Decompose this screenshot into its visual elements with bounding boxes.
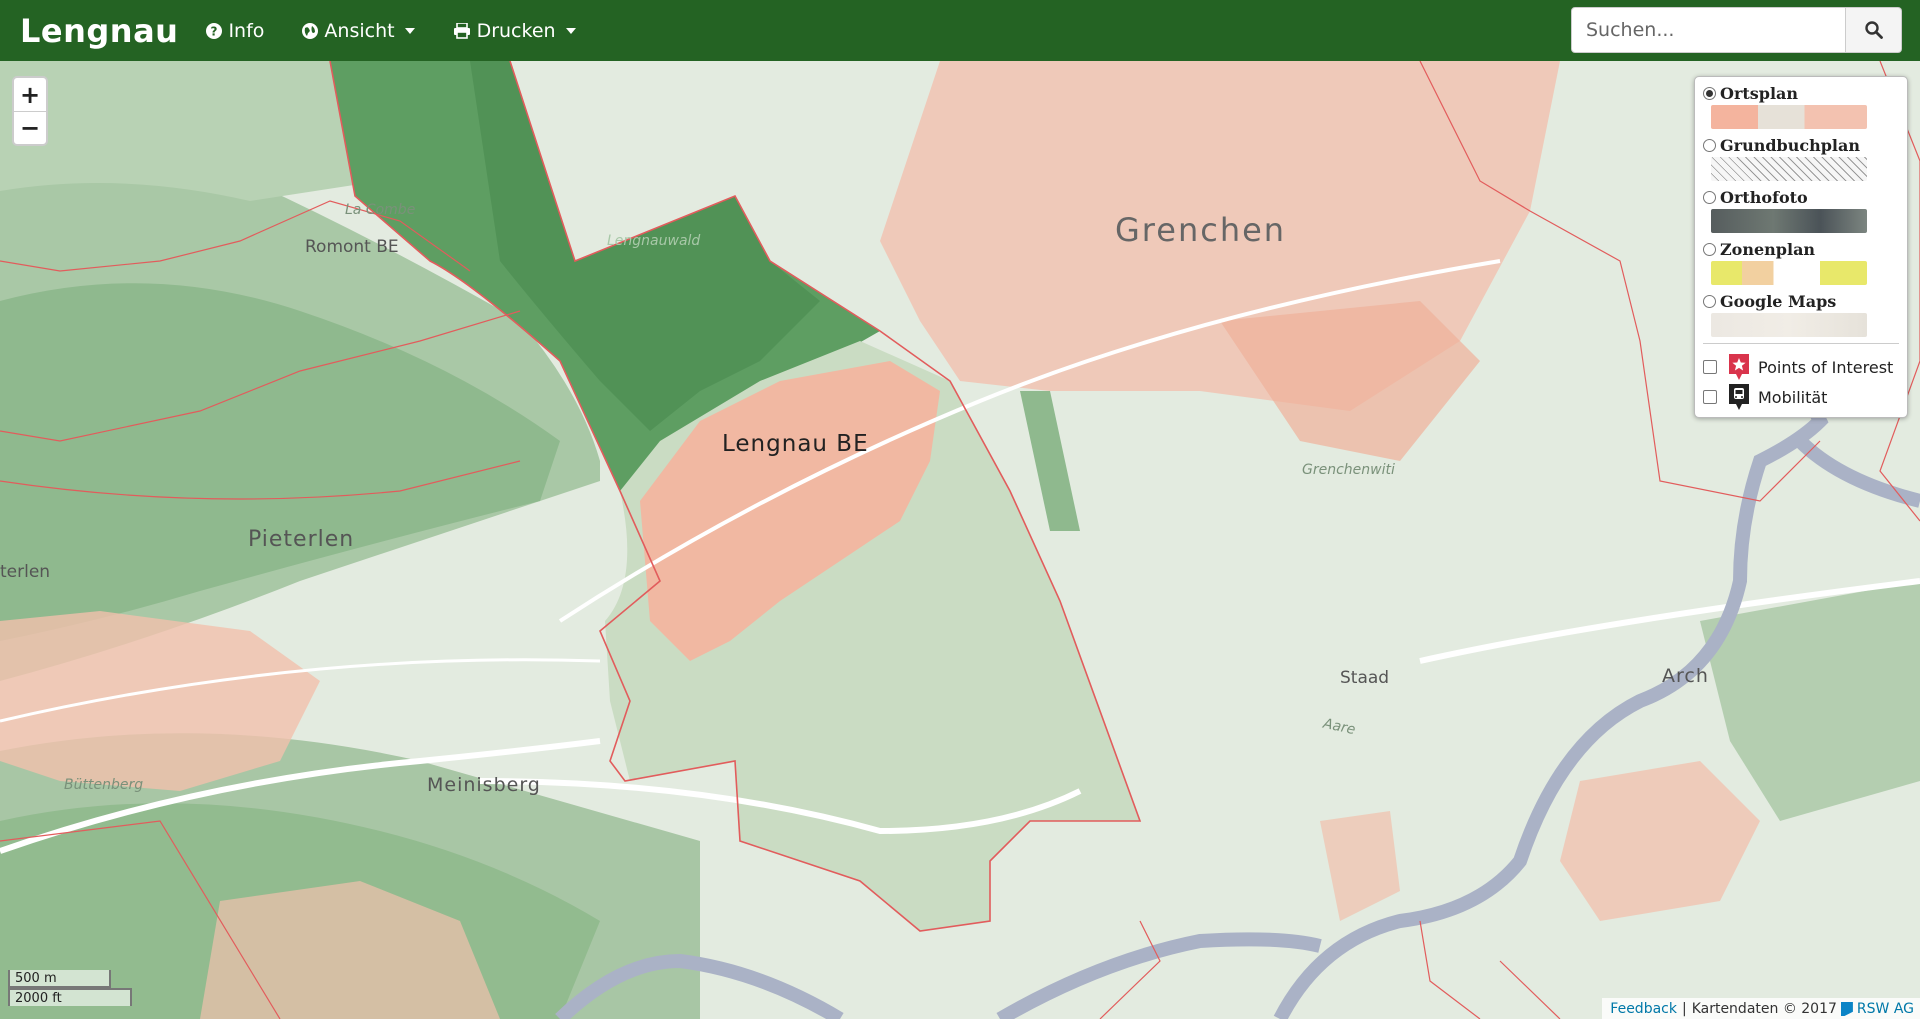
layer-label-zonenplan: Zonenplan <box>1720 239 1816 259</box>
layer-label-orthofoto: Orthofoto <box>1720 187 1808 207</box>
print-icon <box>453 22 471 39</box>
zoom-out-button[interactable]: − <box>14 111 46 144</box>
caret-down-icon <box>565 27 576 34</box>
overlay-label-mobilitaet: Mobilität <box>1758 387 1828 407</box>
map-label-lengnauwald: Lengnauwald <box>607 233 701 249</box>
map-label-staad: Staad <box>1340 668 1390 688</box>
scale-bar: 500 m 2000 ft <box>8 970 132 1006</box>
zoom-control: + − <box>12 76 48 146</box>
overlay-option-mobilitaet[interactable]: Mobilität <box>1703 382 1899 412</box>
map-label-terlen: terlen <box>0 562 51 582</box>
info-menu-label: Info <box>228 19 265 42</box>
map-label-lengnau: Lengnau BE <box>722 431 869 457</box>
rsw-logo-icon <box>1840 1002 1853 1016</box>
grundbuchplan-thumbnail[interactable] <box>1711 157 1867 181</box>
layer-label-grundbuchplan: Grundbuchplan <box>1720 135 1861 155</box>
caret-down-icon <box>404 27 415 34</box>
map-label-pieterlen: Pieterlen <box>248 527 355 552</box>
checkbox-poi[interactable] <box>1703 360 1717 374</box>
drucken-menu[interactable]: Drucken <box>453 20 576 42</box>
ortsplan-thumbnail[interactable] <box>1711 105 1867 129</box>
search-group <box>1571 7 1902 53</box>
radio-grundbuchplan[interactable] <box>1703 138 1716 152</box>
layer-option-ortsplan[interactable]: Ortsplan <box>1703 83 1899 103</box>
globe-icon <box>302 22 319 39</box>
scale-imperial: 2000 ft <box>8 988 132 1006</box>
zonenplan-thumbnail[interactable] <box>1711 261 1867 285</box>
radio-orthofoto[interactable] <box>1703 190 1716 204</box>
drucken-menu-label: Drucken <box>476 19 556 42</box>
attribution-separator: | <box>1681 1001 1687 1017</box>
radio-zonenplan[interactable] <box>1703 242 1716 256</box>
map-canvas[interactable]: Grenchen Lengnau BE Romont BE La Combe L… <box>0 61 1920 1019</box>
orthofoto-thumbnail[interactable] <box>1711 209 1867 233</box>
google-maps-thumbnail[interactable] <box>1711 313 1867 337</box>
layer-separator <box>1703 343 1899 344</box>
layer-label-ortsplan: Ortsplan <box>1720 83 1799 103</box>
scale-metric: 500 m <box>8 970 111 988</box>
question-circle-icon: ? <box>206 22 223 39</box>
map-label-arch: Arch <box>1662 665 1709 687</box>
ansicht-menu[interactable]: Ansicht <box>302 19 415 42</box>
layer-option-zonenplan[interactable]: Zonenplan <box>1703 239 1899 259</box>
map-label-meinisberg: Meinisberg <box>427 774 541 796</box>
star-marker-icon <box>1729 354 1749 380</box>
search-input[interactable] <box>1571 7 1846 53</box>
layer-label-google-maps: Google Maps <box>1720 291 1837 311</box>
map-label-romont: Romont BE <box>305 237 399 257</box>
feedback-link[interactable]: Feedback <box>1610 1001 1677 1017</box>
ansicht-menu-label: Ansicht <box>324 19 395 42</box>
attribution-kartendaten: Kartendaten © 2017 <box>1691 1001 1837 1017</box>
attribution-bar: Feedback | Kartendaten © 2017 RSW AG <box>1602 998 1920 1019</box>
map-label-la-combe: La Combe <box>345 202 416 218</box>
app-brand[interactable]: Lengnau <box>20 12 178 50</box>
overlay-label-poi: Points of Interest <box>1758 357 1894 377</box>
info-menu[interactable]: ? Info <box>206 20 264 42</box>
map-label-grenchen: Grenchen <box>1115 211 1287 249</box>
radio-google-maps[interactable] <box>1703 294 1716 308</box>
radio-ortsplan[interactable] <box>1703 86 1716 100</box>
layer-option-grundbuchplan[interactable]: Grundbuchplan <box>1703 135 1899 155</box>
map-label-buttenberg: Büttenberg <box>64 777 144 793</box>
layer-switcher: Ortsplan Grundbuchplan Orthofoto Zonenpl… <box>1694 76 1908 418</box>
navbar: Lengnau ? Info Ansicht Drucken <box>0 0 1920 61</box>
overlay-option-poi[interactable]: Points of Interest <box>1703 352 1899 382</box>
search-icon <box>1864 21 1883 39</box>
map-label-grenchenwiti: Grenchenwiti <box>1302 462 1395 478</box>
rsw-link[interactable]: RSW AG <box>1857 1001 1914 1017</box>
layer-option-google-maps[interactable]: Google Maps <box>1703 291 1899 311</box>
checkbox-mobilitaet[interactable] <box>1703 390 1717 404</box>
bus-marker-icon <box>1729 384 1749 410</box>
layer-option-orthofoto[interactable]: Orthofoto <box>1703 187 1899 207</box>
zoom-in-button[interactable]: + <box>14 78 46 111</box>
svg-text:?: ? <box>211 24 218 38</box>
search-button[interactable] <box>1846 7 1902 53</box>
